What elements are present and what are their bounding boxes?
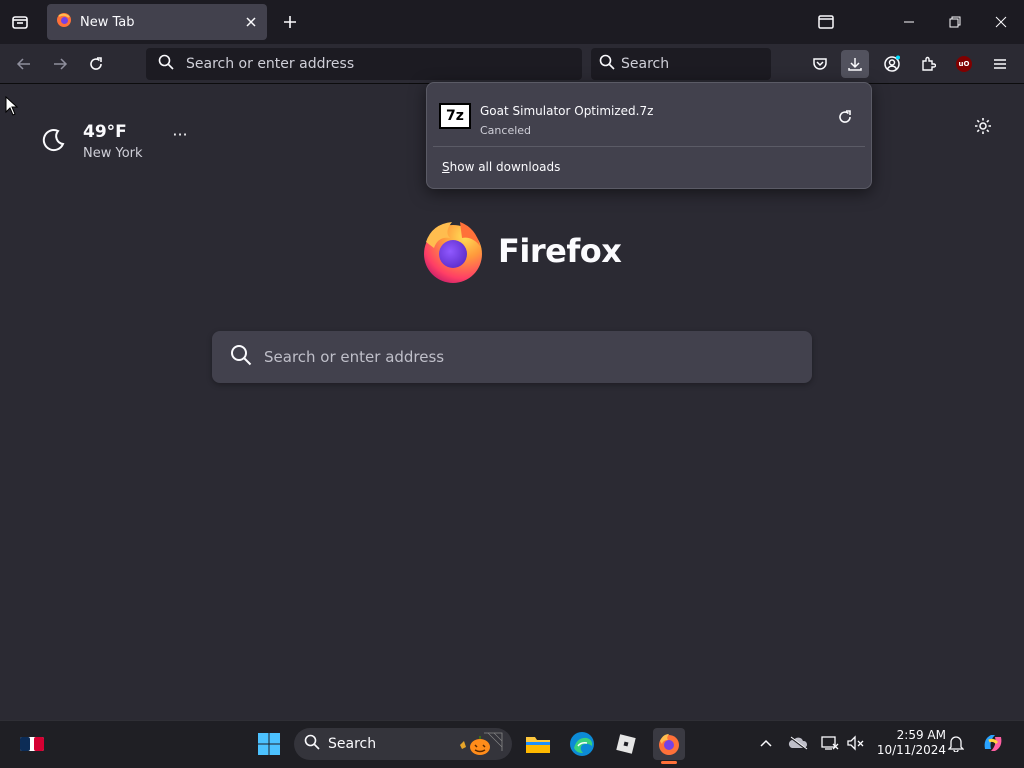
new-tab-plus-icon[interactable] bbox=[278, 10, 302, 34]
taskbar-search[interactable]: Search bbox=[294, 728, 512, 760]
halloween-pumpkin-icon bbox=[454, 731, 504, 761]
show-all-accesskey: S bbox=[442, 160, 450, 174]
close-window-icon[interactable] bbox=[987, 8, 1015, 36]
window-icon[interactable] bbox=[812, 8, 840, 36]
weather-city: New York bbox=[83, 146, 143, 161]
hamburger-menu-icon[interactable] bbox=[986, 50, 1014, 78]
weather-more-icon[interactable]: ··· bbox=[168, 127, 192, 148]
forward-arrow-icon[interactable] bbox=[46, 50, 74, 78]
weather-widget[interactable]: 49°F New York ··· bbox=[40, 120, 200, 166]
back-arrow-icon[interactable] bbox=[10, 50, 38, 78]
taskbar bbox=[0, 720, 1024, 768]
close-tab-icon[interactable] bbox=[239, 10, 263, 34]
weather-temperature: 49°F bbox=[83, 122, 127, 142]
mlb-widget-icon[interactable] bbox=[16, 728, 48, 760]
url-input[interactable] bbox=[186, 56, 546, 72]
restore-icon[interactable] bbox=[941, 8, 969, 36]
search-input[interactable] bbox=[621, 56, 761, 72]
chevron-up-icon[interactable] bbox=[756, 733, 776, 753]
mouse-cursor-icon bbox=[5, 95, 19, 116]
pocket-icon[interactable] bbox=[806, 50, 834, 78]
volume-muted-icon[interactable] bbox=[846, 733, 866, 753]
search-icon bbox=[304, 734, 320, 754]
tab-title: New Tab bbox=[80, 14, 135, 30]
navigation-toolbar: uO bbox=[0, 44, 1024, 84]
firefox-wordmark: Firefox bbox=[498, 232, 622, 270]
onedrive-offline-icon[interactable] bbox=[788, 733, 808, 753]
search-icon bbox=[158, 54, 174, 74]
downloads-panel: 7z Goat Simulator Optimized.7z Canceled … bbox=[426, 82, 872, 189]
divider bbox=[433, 146, 865, 147]
show-all-label: how all downloads bbox=[449, 160, 561, 174]
account-icon[interactable] bbox=[878, 50, 906, 78]
download-item[interactable]: 7z Goat Simulator Optimized.7z Canceled bbox=[433, 89, 865, 145]
minimize-icon[interactable] bbox=[895, 8, 923, 36]
copilot-icon[interactable] bbox=[980, 730, 1006, 756]
main-search-input[interactable] bbox=[264, 348, 764, 366]
taskbar-search-label: Search bbox=[328, 736, 377, 752]
show-all-downloads-link[interactable]: Show all downloads bbox=[442, 160, 560, 174]
firefox-logo-icon bbox=[420, 218, 486, 288]
download-status: Canceled bbox=[480, 124, 532, 137]
7z-file-icon: 7z bbox=[439, 103, 471, 129]
search-icon bbox=[230, 344, 252, 370]
tab-new-tab[interactable]: New Tab bbox=[47, 4, 267, 40]
main-search-box[interactable] bbox=[212, 331, 812, 383]
retry-icon[interactable] bbox=[833, 105, 857, 129]
windows-start-icon[interactable] bbox=[253, 728, 285, 760]
ublock-origin-icon[interactable]: uO bbox=[950, 50, 978, 78]
network-icon[interactable] bbox=[820, 733, 840, 753]
extensions-puzzle-icon[interactable] bbox=[914, 50, 942, 78]
gear-icon[interactable] bbox=[970, 113, 996, 139]
url-bar[interactable] bbox=[146, 48, 582, 80]
moon-icon bbox=[40, 126, 68, 154]
firefox-logo: Firefox bbox=[420, 218, 622, 288]
download-filename: Goat Simulator Optimized.7z bbox=[480, 104, 654, 118]
tab-list-icon[interactable] bbox=[8, 10, 32, 34]
notification-bell-icon[interactable] bbox=[946, 733, 966, 753]
ublock-label: uO bbox=[956, 56, 972, 72]
file-explorer-icon[interactable] bbox=[522, 728, 554, 760]
search-icon bbox=[599, 54, 615, 74]
taskbar-firefox-icon[interactable] bbox=[653, 728, 685, 760]
reload-icon[interactable] bbox=[82, 50, 110, 78]
downloads-icon[interactable] bbox=[841, 50, 869, 78]
roblox-icon[interactable] bbox=[610, 728, 642, 760]
clock-time: 2:59 AM bbox=[896, 728, 946, 742]
search-bar[interactable] bbox=[591, 48, 771, 80]
clock-date: 10/11/2024 bbox=[876, 743, 946, 757]
tab-strip: New Tab bbox=[0, 0, 1024, 44]
system-clock[interactable]: 2:59 AM 10/11/2024 bbox=[872, 728, 946, 758]
firefox-favicon-icon bbox=[56, 12, 72, 32]
edge-browser-icon[interactable] bbox=[566, 728, 598, 760]
active-app-indicator bbox=[661, 761, 677, 764]
